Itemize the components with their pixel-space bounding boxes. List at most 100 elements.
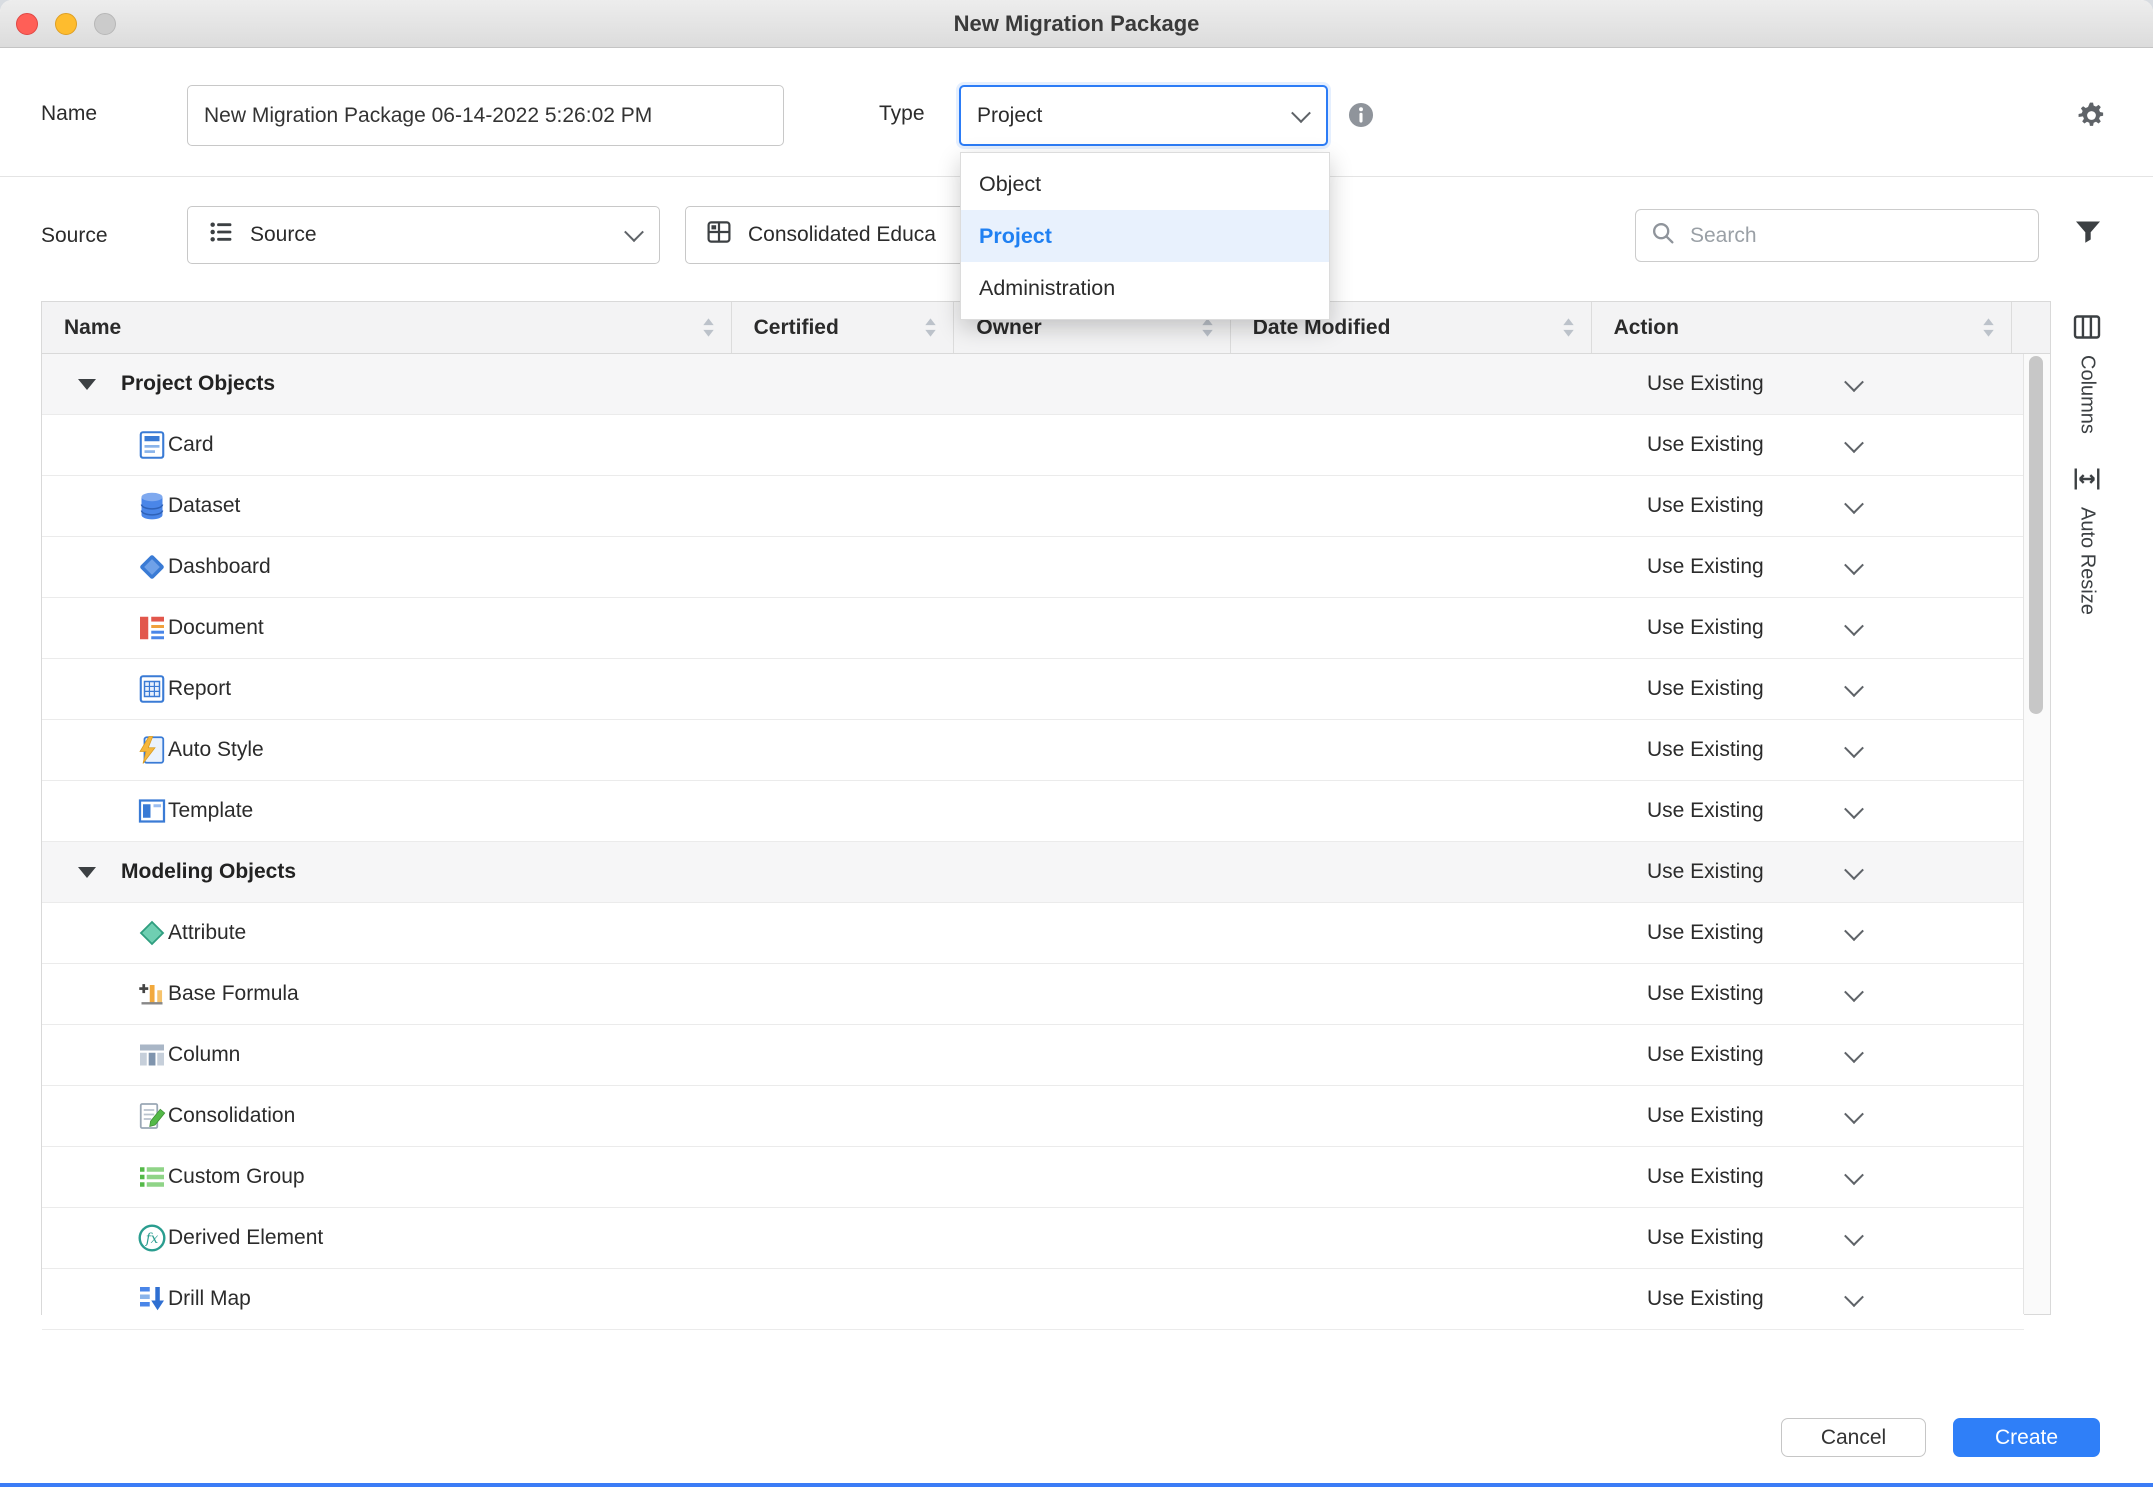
action-dropdown[interactable]: Use Existing [1601, 1208, 2024, 1268]
header-label: Name [64, 316, 121, 340]
action-dropdown[interactable]: Use Existing [1601, 598, 2024, 658]
row-name: Derived Element [168, 1226, 323, 1250]
chevron-down-icon [1844, 1226, 1864, 1246]
source-select[interactable]: Source [187, 206, 660, 264]
name-input[interactable] [187, 85, 784, 146]
auto-resize-icon [2072, 464, 2102, 499]
bottom-accent-strip [0, 1483, 2153, 1487]
header-action[interactable]: Action [1592, 302, 2012, 353]
header-spacer [2012, 302, 2050, 353]
collapse-triangle-icon[interactable] [78, 379, 96, 390]
sort-icon [1562, 317, 1575, 338]
action-dropdown[interactable]: Use Existing [1601, 659, 2024, 719]
table-side-tools: Columns Auto Resize [2058, 312, 2116, 615]
header-name[interactable]: Name [42, 302, 732, 353]
row-name: Card [168, 433, 214, 457]
menu-item-object[interactable]: Object [961, 158, 1329, 210]
table-row: Dashboard Use Existing [42, 537, 2024, 598]
auto-style-icon [137, 735, 167, 765]
header-label: Action [1614, 316, 1679, 340]
action-dropdown[interactable]: Use Existing [1601, 1147, 2024, 1207]
action-dropdown[interactable]: Use Existing [1601, 720, 2024, 780]
source-label: Source [41, 224, 108, 248]
document-icon [137, 613, 167, 643]
search-input[interactable] [1688, 223, 2024, 249]
chevron-down-icon [624, 222, 644, 242]
collapse-triangle-icon[interactable] [78, 867, 96, 878]
sort-icon [924, 317, 937, 338]
menu-item-project[interactable]: Project [961, 210, 1329, 262]
table-row: Template Use Existing [42, 781, 2024, 842]
derived-element-icon: fx [137, 1223, 167, 1253]
action-dropdown[interactable]: Use Existing [1601, 354, 2024, 414]
action-value: Use Existing [1647, 555, 1764, 579]
row-name: Base Formula [168, 982, 299, 1006]
table-scrollbar[interactable] [2023, 354, 2050, 1314]
settings-gear-icon[interactable] [2076, 100, 2107, 136]
action-dropdown[interactable]: Use Existing [1601, 476, 2024, 536]
cancel-button[interactable]: Cancel [1781, 1418, 1926, 1457]
columns-tool[interactable]: Columns [2072, 312, 2102, 434]
row-name: Column [168, 1043, 240, 1067]
search-icon [1650, 220, 1676, 251]
group-name: Project Objects [121, 372, 275, 396]
chevron-down-icon [1844, 1165, 1864, 1185]
table-row: Dataset Use Existing [42, 476, 2024, 537]
table-row: Document Use Existing [42, 598, 2024, 659]
custom-group-icon [137, 1162, 167, 1192]
sort-icon [1201, 317, 1214, 338]
row-name: Attribute [168, 921, 246, 945]
info-icon[interactable] [1347, 101, 1375, 134]
svg-text:fx: fx [145, 1231, 159, 1247]
type-select-value: Project [977, 104, 1042, 128]
table-row: Attribute Use Existing [42, 903, 2024, 964]
action-value: Use Existing [1647, 677, 1764, 701]
action-value: Use Existing [1647, 433, 1764, 457]
table-row: Auto Style Use Existing [42, 720, 2024, 781]
chevron-down-icon [1844, 494, 1864, 514]
action-dropdown[interactable]: Use Existing [1601, 903, 2024, 963]
filter-icon[interactable] [2073, 217, 2103, 252]
chevron-down-icon [1844, 555, 1864, 575]
action-dropdown[interactable]: Use Existing [1601, 842, 2024, 902]
header-label: Certified [754, 316, 839, 340]
action-dropdown[interactable]: Use Existing [1601, 1025, 2024, 1085]
scrollbar-thumb[interactable] [2029, 356, 2043, 714]
table-row: Report Use Existing [42, 659, 2024, 720]
table-row: fx Derived Element Use Existing [42, 1208, 2024, 1269]
columns-icon [2072, 312, 2102, 347]
close-button[interactable] [16, 13, 38, 35]
table-row: Base Formula Use Existing [42, 964, 2024, 1025]
chevron-down-icon [1844, 921, 1864, 941]
type-select[interactable]: Project [959, 85, 1328, 146]
menu-item-administration[interactable]: Administration [961, 262, 1329, 314]
header-certified[interactable]: Certified [732, 302, 955, 353]
action-value: Use Existing [1647, 738, 1764, 762]
zoom-button-disabled [94, 13, 116, 35]
minimize-button[interactable] [55, 13, 77, 35]
action-value: Use Existing [1647, 860, 1764, 884]
auto-resize-label: Auto Resize [2076, 507, 2099, 615]
table-row: Column Use Existing [42, 1025, 2024, 1086]
source-list-icon [208, 219, 234, 251]
action-dropdown[interactable]: Use Existing [1601, 1269, 2024, 1329]
action-value: Use Existing [1647, 616, 1764, 640]
action-dropdown[interactable]: Use Existing [1601, 537, 2024, 597]
auto-resize-tool[interactable]: Auto Resize [2072, 464, 2102, 615]
window-title: New Migration Package [0, 0, 2153, 47]
type-label: Type [879, 102, 925, 126]
action-value: Use Existing [1647, 1043, 1764, 1067]
chevron-down-icon [1844, 1287, 1864, 1307]
action-dropdown[interactable]: Use Existing [1601, 964, 2024, 1024]
column-icon [137, 1040, 167, 1070]
titlebar: New Migration Package [0, 0, 2153, 48]
action-dropdown[interactable]: Use Existing [1601, 781, 2024, 841]
create-button[interactable]: Create [1953, 1418, 2100, 1457]
table-group-row: Project Objects Use Existing [42, 354, 2024, 415]
chevron-down-icon [1844, 982, 1864, 1002]
action-value: Use Existing [1647, 1165, 1764, 1189]
table-group-row: Modeling Objects Use Existing [42, 842, 2024, 903]
action-dropdown[interactable]: Use Existing [1601, 1086, 2024, 1146]
action-dropdown[interactable]: Use Existing [1601, 415, 2024, 475]
row-name: Document [168, 616, 264, 640]
